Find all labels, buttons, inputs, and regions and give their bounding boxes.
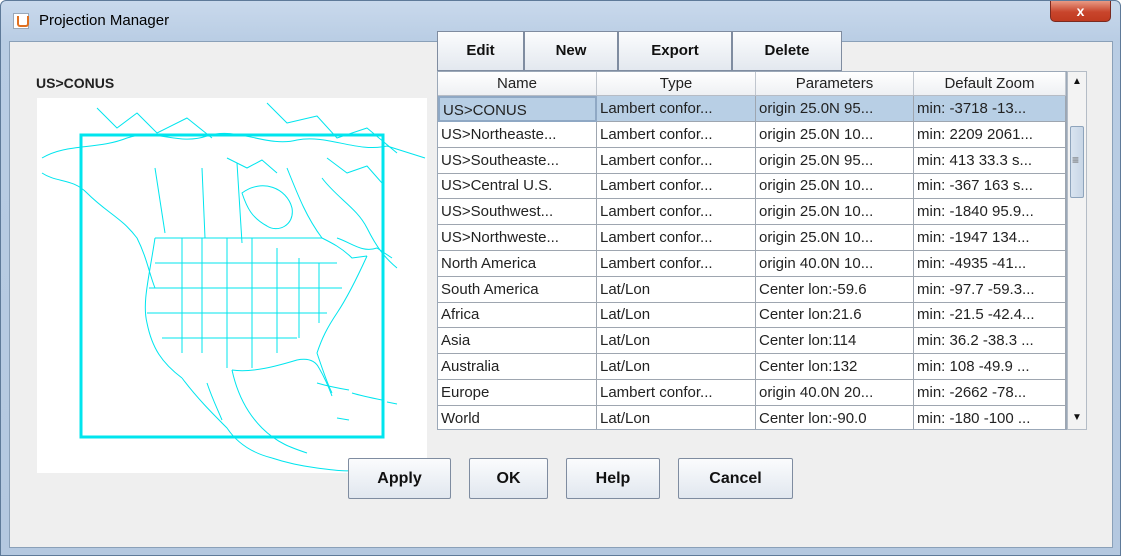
table-row[interactable]: US>Southwest... Lambert confor... origin … [438,199,1066,226]
cell-name: Europe [438,379,597,406]
cell-default-zoom: min: -2662 -78... [914,379,1066,406]
cell-name: US>Southwest... [438,199,597,226]
table-row[interactable]: Australia Lat/Lon Center lon:132 min: 108 -… [438,354,1066,380]
cell-default-zoom: min: 108 -49.9 ... [914,354,1066,380]
projection-bounds-rect [79,133,385,439]
cell-type: Lat/Lon [597,328,756,355]
cell-type: Lat/Lon [597,276,756,303]
projection-map-preview [37,98,427,473]
north-america-map [41,102,426,472]
cell-default-zoom: min: -97.7 -59.3... [914,276,1066,303]
apply-button[interactable]: Apply [348,458,451,499]
cell-default-zoom: min: -367 163 s... [914,173,1066,200]
cell-parameters: origin 40.0N 10... [756,250,914,277]
window-title: Projection Manager [39,12,170,29]
cell-parameters: Center lon:-59.6 [756,276,914,303]
cell-type: Lambert confor... [597,147,756,174]
cell-parameters: origin 25.0N 10... [756,225,914,251]
cell-parameters: Center lon:132 [756,354,914,380]
cell-default-zoom: min: -1947 134... [914,225,1066,251]
cell-default-zoom: min: 36.2 -38.3 ... [914,328,1066,355]
table-row[interactable]: Asia Lat/Lon Center lon:114 min: 36.2 -38.3… [438,328,1066,355]
cell-name: US>Central U.S. [438,173,597,200]
cell-default-zoom: min: -3718 -13... [914,96,1066,122]
table-row[interactable]: South America Lat/Lon Center lon:-59.6 min:… [438,276,1066,303]
column-header-type[interactable]: Type [597,72,756,95]
cell-parameters: origin 25.0N 10... [756,173,914,200]
cell-type: Lambert confor... [597,379,756,406]
cell-name: Asia [438,328,597,355]
column-header-parameters[interactable]: Parameters [756,72,914,95]
export-button[interactable]: Export [618,31,732,71]
column-header-name[interactable]: Name [438,72,597,95]
scroll-down-arrow-icon[interactable]: ▼ [1070,410,1084,426]
cell-default-zoom: min: -21.5 -42.4... [914,302,1066,329]
cell-parameters: Center lon:-90.0 [756,405,914,429]
scroll-thumb[interactable] [1070,126,1084,198]
cell-parameters: origin 25.0N 10... [756,199,914,226]
cell-default-zoom: min: -180 -100 ... [914,405,1066,429]
cell-name: US>CONUS [438,96,597,122]
java-app-icon [13,13,29,29]
cell-parameters: origin 40.0N 20... [756,379,914,406]
table-row[interactable]: US>Central U.S. Lambert confor... origin … [438,173,1066,200]
cell-type: Lat/Lon [597,405,756,429]
cell-name: US>Northweste... [438,225,597,251]
cell-name: US>Northeaste... [438,121,597,148]
cell-type: Lambert confor... [597,96,756,122]
cell-name: World [438,405,597,429]
cell-parameters: Center lon:21.6 [756,302,914,329]
map-label: US>CONUS [36,75,115,91]
cell-type: Lambert confor... [597,173,756,200]
table-row[interactable]: Africa Lat/Lon Center lon:21.6 min: -21.5 -… [438,302,1066,329]
cell-default-zoom: min: 413 33.3 s... [914,147,1066,174]
cell-name: Africa [438,302,597,329]
ok-button[interactable]: OK [469,458,548,499]
cell-type: Lat/Lon [597,354,756,380]
table-header: Name Type Parameters Default Zoom [438,72,1066,96]
projection-table: Name Type Parameters Default Zoom US>CON… [437,71,1067,430]
table-row[interactable]: North America Lambert confor... origin 40… [438,250,1066,277]
table-row[interactable]: US>Northeaste... Lambert confor... origin… [438,121,1066,148]
help-button[interactable]: Help [566,458,660,499]
column-header-default-zoom[interactable]: Default Zoom [914,72,1066,95]
cell-parameters: origin 25.0N 95... [756,147,914,174]
cell-parameters: origin 25.0N 95... [756,96,914,122]
table-row[interactable]: World Lat/Lon Center lon:-90.0 min: -180 -1… [438,405,1066,429]
cell-type: Lat/Lon [597,302,756,329]
cell-name: US>Southeaste... [438,147,597,174]
projection-manager-window: Projection Manager x US>CONUS Edit New E… [0,0,1121,556]
table-row[interactable]: US>Southeaste... Lambert confor... origin… [438,147,1066,174]
close-button[interactable]: x [1050,1,1111,22]
cell-type: Lambert confor... [597,250,756,277]
scroll-up-arrow-icon[interactable]: ▲ [1070,74,1084,90]
cell-default-zoom: min: -1840 95.9... [914,199,1066,226]
cell-type: Lambert confor... [597,225,756,251]
cell-parameters: Center lon:114 [756,328,914,355]
cell-type: Lambert confor... [597,121,756,148]
cell-parameters: origin 25.0N 10... [756,121,914,148]
table-scrollbar[interactable]: ▲ ▼ [1067,71,1087,430]
delete-button[interactable]: Delete [732,31,842,71]
table-row[interactable]: Europe Lambert confor... origin 40.0N 20.… [438,379,1066,406]
table-row[interactable]: US>Northweste... Lambert confor... origin… [438,225,1066,251]
cell-name: South America [438,276,597,303]
cell-default-zoom: min: 2209 2061... [914,121,1066,148]
cell-default-zoom: min: -4935 -41... [914,250,1066,277]
cell-name: Australia [438,354,597,380]
table-row[interactable]: US>CONUS Lambert confor... origin 25.0N 9… [438,96,1066,122]
cancel-button[interactable]: Cancel [678,458,793,499]
new-button[interactable]: New [524,31,618,71]
cell-name: North America [438,250,597,277]
cell-type: Lambert confor... [597,199,756,226]
edit-button[interactable]: Edit [437,31,524,71]
